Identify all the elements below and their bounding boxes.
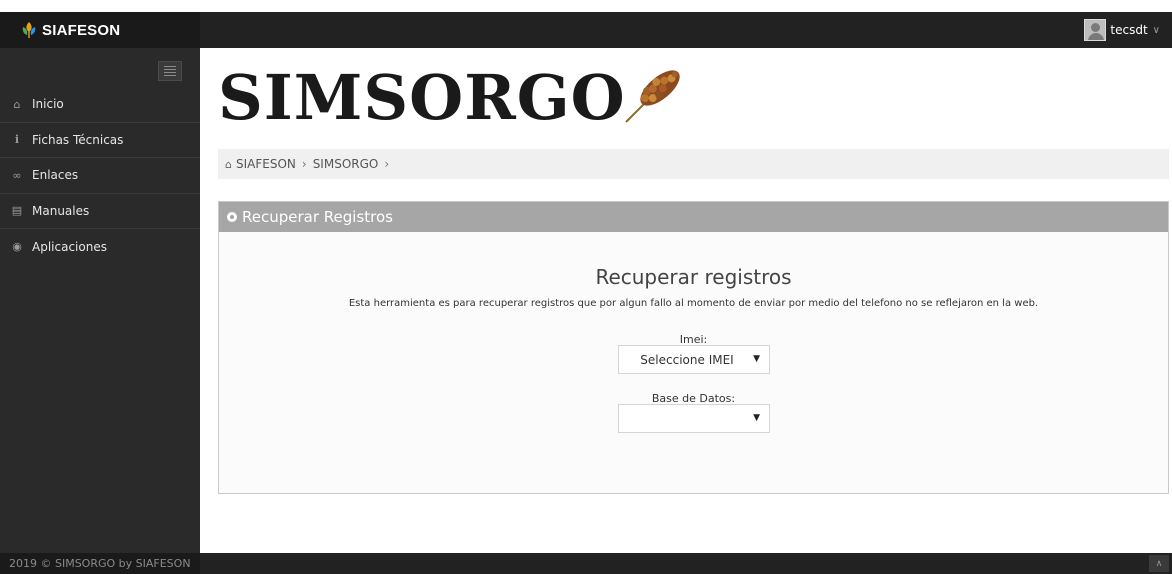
imei-select[interactable]: Seleccione IMEI ▼ (618, 345, 770, 374)
sidebar-item-inicio[interactable]: ⌂ Inicio (0, 87, 200, 123)
link-icon: ∞ (12, 168, 22, 182)
sidebar-item-fichas-tecnicas[interactable]: i Fichas Técnicas (0, 123, 200, 158)
panel-header: Recuperar Registros (219, 202, 1168, 232)
sidebar: ⌂ Inicio i Fichas Técnicas ∞ Enlaces ▤ M… (0, 48, 200, 553)
avatar (1084, 19, 1107, 41)
form-title: Recuperar registros (595, 265, 792, 289)
home-icon[interactable]: ⌂ (225, 158, 232, 171)
user-name: tecsdt (1110, 23, 1148, 37)
breadcrumb-separator: › (301, 157, 307, 171)
sidebar-item-aplicaciones[interactable]: ◉ Aplicaciones (0, 229, 200, 265)
android-icon: ◉ (12, 240, 22, 254)
scroll-to-top-button[interactable]: ∧ (1149, 555, 1169, 572)
sidebar-nav: ⌂ Inicio i Fichas Técnicas ∞ Enlaces ▤ M… (0, 87, 200, 265)
panel-body: Recuperar registros Esta herramienta es … (219, 232, 1168, 493)
caret-down-icon: ▼ (753, 354, 760, 364)
recover-records-panel: Recuperar Registros Recuperar registros … (218, 201, 1169, 494)
sidebar-item-label: Aplicaciones (32, 239, 107, 254)
breadcrumb-siafeson[interactable]: SIAFESON (236, 157, 296, 171)
circle-icon (227, 212, 237, 222)
home-icon: ⌂ (13, 97, 21, 111)
logo-text: SIMSORGO (218, 61, 626, 134)
info-icon: i (14, 133, 20, 147)
top-navbar: SIAFESON tecsdt ∨ (0, 12, 1172, 48)
footer-copyright: 2019 © SIMSORGO by SIAFESON (0, 553, 200, 574)
sidebar-item-label: Enlaces (32, 168, 79, 183)
chevron-down-icon: ∨ (1152, 24, 1160, 36)
siafeson-logo-icon (22, 22, 36, 38)
form-description: Esta herramienta es para recuperar regis… (348, 298, 1039, 309)
breadcrumb: ⌂ SIAFESON › SIMSORGO › (218, 149, 1169, 179)
sidebar-item-manuales[interactable]: ▤ Manuales (0, 194, 200, 229)
database-select[interactable]: ▼ (618, 404, 770, 433)
simsorgo-logo: SIMSORGO (218, 58, 688, 138)
sidebar-item-label: Fichas Técnicas (32, 132, 124, 147)
menu-toggle-button[interactable] (158, 61, 182, 81)
book-icon: ▤ (11, 204, 23, 218)
sorghum-icon (624, 70, 680, 123)
footer: 2019 © SIMSORGO by SIAFESON ∧ (0, 553, 1172, 574)
sidebar-item-label: Inicio (32, 97, 64, 112)
breadcrumb-separator: › (384, 157, 390, 171)
panel-title: Recuperar Registros (242, 208, 393, 226)
caret-down-icon: ▼ (753, 413, 760, 423)
main-content: SIMSORGO ⌂ SIAFESON › SIMSORGO › Recuper… (200, 48, 1172, 553)
chevron-up-icon: ∧ (1155, 558, 1163, 569)
imei-select-value: Seleccione IMEI (640, 352, 734, 367)
brand-link[interactable]: SIAFESON (0, 12, 200, 48)
sidebar-item-enlaces[interactable]: ∞ Enlaces (0, 158, 200, 194)
breadcrumb-simsorgo[interactable]: SIMSORGO (313, 157, 379, 171)
user-menu[interactable]: tecsdt ∨ (1084, 18, 1160, 42)
sidebar-item-label: Manuales (32, 203, 90, 218)
brand-name: SIAFESON (42, 21, 121, 39)
